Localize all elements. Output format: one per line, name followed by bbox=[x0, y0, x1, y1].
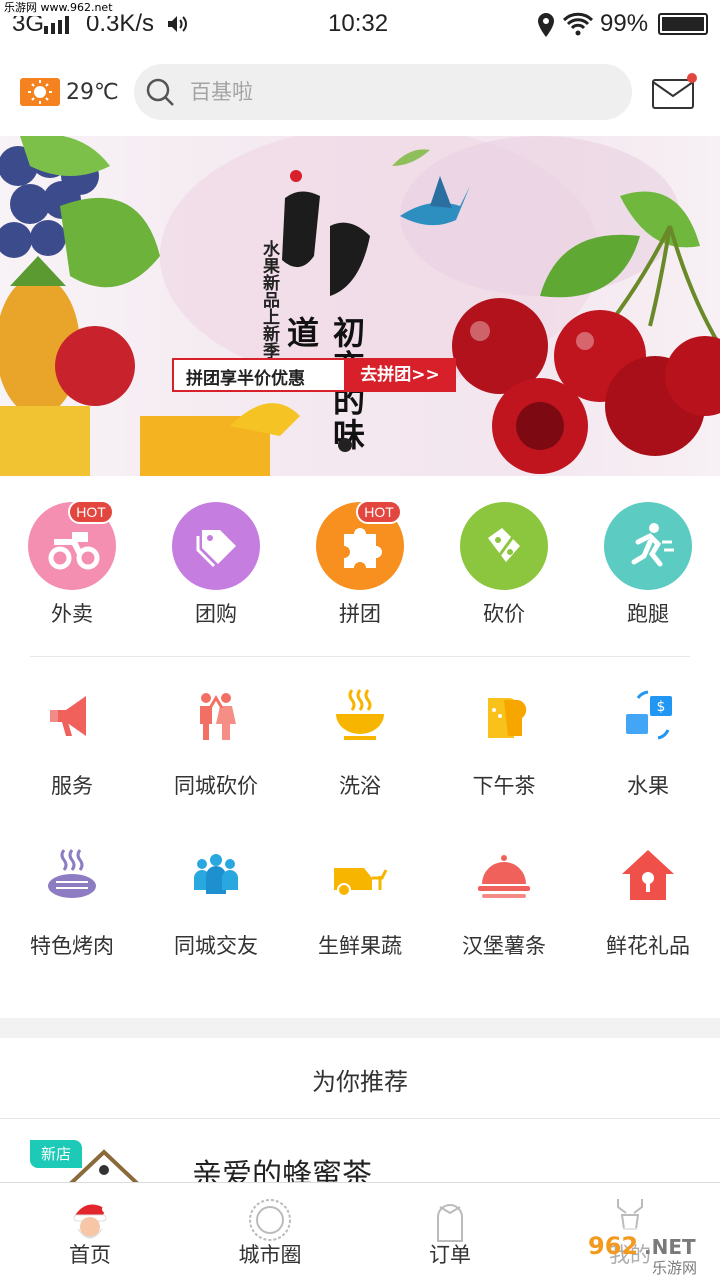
category-label: 服务 bbox=[51, 774, 93, 798]
mail-icon[interactable] bbox=[650, 72, 698, 112]
toast-icon bbox=[488, 698, 527, 738]
category-label: 水果 bbox=[627, 774, 669, 798]
tab-label: 订单 bbox=[429, 1243, 471, 1267]
speaker-icon bbox=[168, 16, 187, 32]
discount-icon bbox=[460, 502, 548, 590]
recommend-divider bbox=[0, 1118, 720, 1119]
hot-badge: HOT bbox=[356, 500, 402, 524]
clock: 10:32 bbox=[328, 10, 389, 37]
temperature: 29℃ bbox=[66, 80, 119, 105]
secondary-categories: 服务 同城砍价 洗浴 下午茶 $ 水果 bbox=[0, 686, 720, 798]
category-label: 下午茶 bbox=[472, 774, 536, 798]
hot-badge: HOT bbox=[68, 500, 114, 524]
svg-text:$: $ bbox=[657, 699, 666, 715]
banner-cta[interactable]: 拼团享半价优惠 去拼团>> bbox=[172, 358, 456, 392]
runner-icon bbox=[604, 502, 692, 590]
carousel-dot[interactable] bbox=[338, 438, 352, 452]
category-label: 鲜花礼品 bbox=[606, 934, 690, 958]
recommend-title: 为你推荐 bbox=[312, 1068, 408, 1096]
banner-subline: 水果新品上新季 bbox=[259, 240, 279, 359]
wifi-icon bbox=[562, 12, 594, 36]
svg-text:乐游网: 乐游网 bbox=[652, 1259, 697, 1277]
search-bar[interactable] bbox=[134, 64, 632, 120]
battery-icon bbox=[658, 13, 708, 35]
circle-badge-icon bbox=[249, 1199, 291, 1241]
megaphone-icon bbox=[50, 696, 86, 736]
tab-orders[interactable]: 订单 bbox=[360, 1183, 540, 1280]
tab-label: 城市圈 bbox=[238, 1243, 302, 1267]
tertiary-categories: 特色烤肉 同城交友 生鲜果蔬 汉堡薯条 鲜花礼品 bbox=[0, 846, 720, 958]
people-icon bbox=[194, 854, 238, 894]
tab-label: 首页 bbox=[69, 1243, 111, 1267]
category-label: 跑腿 bbox=[627, 602, 669, 626]
tag-icon bbox=[172, 502, 260, 590]
banner-headline: 初恋的味道 bbox=[282, 316, 366, 452]
section-divider bbox=[30, 656, 690, 657]
tab-home[interactable]: 首页 bbox=[0, 1183, 180, 1280]
watermark-logo: 962 .NET 乐游网 bbox=[582, 1226, 716, 1278]
category-label: 洗浴 bbox=[339, 774, 381, 798]
category-label: 同城交友 bbox=[174, 934, 258, 958]
bell-icon bbox=[437, 1204, 463, 1242]
tab-city-circle[interactable]: 城市圈 bbox=[180, 1183, 360, 1280]
svg-text:.NET: .NET bbox=[644, 1235, 696, 1259]
grill-icon bbox=[48, 849, 96, 898]
category-label: 汉堡薯条 bbox=[462, 934, 546, 958]
new-shop-badge: 新店 bbox=[30, 1140, 82, 1168]
category-label: 特色烤肉 bbox=[30, 934, 114, 958]
svg-text:962: 962 bbox=[588, 1232, 638, 1260]
banner-cta-button[interactable]: 去拼团>> bbox=[344, 358, 456, 392]
search-input[interactable] bbox=[190, 74, 610, 110]
gift-house-icon bbox=[622, 850, 674, 900]
primary-categories: HOT 外卖 团购 HOT 拼团 砍价 跑腿 bbox=[0, 500, 720, 632]
bath-icon bbox=[336, 689, 384, 740]
promo-banner[interactable]: 水果新品上新季 初恋的味道 拼团享半价优惠 去拼团>> bbox=[0, 136, 720, 476]
category-label: 外卖 bbox=[51, 602, 93, 626]
section-gap bbox=[0, 1018, 720, 1038]
weather-sun-icon[interactable] bbox=[20, 78, 60, 106]
location-icon bbox=[538, 13, 554, 37]
battery-percent: 99% bbox=[600, 10, 649, 37]
exchange-icon: $ bbox=[626, 690, 672, 740]
cloche-icon bbox=[478, 855, 530, 898]
truck-icon bbox=[334, 868, 388, 897]
search-icon bbox=[146, 78, 174, 106]
santa-icon bbox=[73, 1204, 110, 1239]
top-header: 29℃ bbox=[0, 50, 720, 136]
signal-icon bbox=[44, 16, 72, 34]
category-label: 生鲜果蔬 bbox=[318, 934, 402, 958]
banner-cta-offer: 拼团享半价优惠 bbox=[186, 369, 305, 389]
category-label: 砍价 bbox=[483, 602, 525, 626]
watermark-top: 乐游网 www.962.net bbox=[0, 0, 117, 16]
category-label: 同城砍价 bbox=[174, 774, 258, 798]
category-label: 拼团 bbox=[339, 602, 381, 626]
couple-icon bbox=[200, 693, 236, 740]
category-label: 团购 bbox=[195, 602, 237, 626]
